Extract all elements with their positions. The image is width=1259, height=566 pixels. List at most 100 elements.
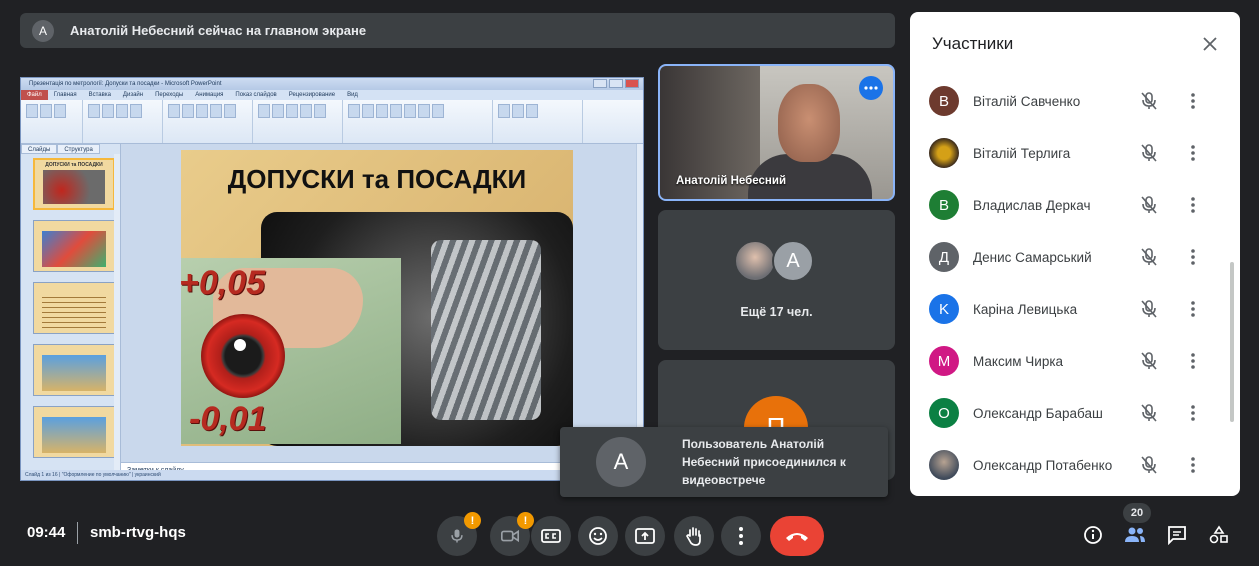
more-vertical-icon (1191, 197, 1195, 213)
mic-icon (451, 529, 463, 543)
ppt-tab: Анимация (195, 92, 224, 98)
participant-row[interactable]: Д Денис Самарський (910, 231, 1240, 283)
tolerance-upper: +0,05 (181, 264, 266, 302)
ppt-tab: Главная (53, 92, 77, 98)
participant-letter-avatar: A (772, 240, 814, 282)
present-screen-button[interactable] (625, 516, 665, 556)
more-vertical-icon (1191, 145, 1195, 161)
people-icon (1125, 527, 1145, 542)
more-vertical-icon (739, 527, 743, 545)
participant-more-button[interactable] (1183, 90, 1203, 112)
ppt-tab: Вставка (88, 92, 111, 98)
mic-off-icon[interactable] (1138, 350, 1160, 372)
ppt-tab: Дизайн (122, 92, 144, 98)
more-vertical-icon (1191, 457, 1195, 473)
participant-photo-avatar (929, 138, 959, 168)
participants-list: В Віталій Савченко Віталій Терлига В Вла… (910, 62, 1240, 496)
presenting-banner-text: Анатолій Небесний сейчас на главном экра… (70, 23, 367, 38)
participant-avatar: K (929, 294, 959, 324)
more-options-button[interactable] (721, 516, 761, 556)
bearing-hand-image: +0,05 -0,01 (181, 258, 401, 444)
participant-name: Віталій Савченко (973, 93, 1081, 109)
mic-off-icon[interactable] (1138, 454, 1160, 476)
captions-button[interactable] (531, 516, 571, 556)
participant-more-button[interactable] (1183, 454, 1203, 476)
participant-photo-avatar (734, 240, 776, 282)
participant-more-button[interactable] (1183, 142, 1203, 164)
participants-panel-title: Участники (932, 34, 1014, 53)
mic-off-icon[interactable] (1138, 246, 1160, 268)
ppt-slide-scrollbar[interactable] (636, 144, 643, 470)
ppt-tab: Показ слайдов (235, 92, 277, 98)
shared-screen[interactable]: Презентація по метрології: Допуски та по… (20, 77, 644, 481)
more-participants-tile[interactable]: A Ещё 17 чел. (658, 210, 895, 350)
camera-warning-badge: ! (517, 512, 534, 529)
leave-call-button[interactable] (770, 516, 824, 556)
participant-name: Каріна Левицька (973, 301, 1078, 317)
presenter-video (778, 84, 840, 162)
close-panel-button[interactable] (1196, 30, 1224, 58)
mic-off-icon[interactable] (1138, 402, 1160, 424)
slide-thumbnail[interactable] (33, 282, 115, 334)
ppt-status-bar: Слайд 1 из 16 | "Оформление по умолчанию… (21, 470, 643, 480)
mic-off-icon[interactable] (1138, 90, 1160, 112)
bottom-control-bar: 09:44 smb-rtvg-hqs ! ! 20 (0, 500, 1259, 566)
ppt-tab: Вид (347, 92, 358, 98)
participant-more-button[interactable] (1183, 350, 1203, 372)
presenter-video-tile[interactable]: Анатолій Небесний (658, 64, 895, 201)
ppt-tab: Рецензирование (288, 92, 336, 98)
tile-more-options-button[interactable] (859, 76, 883, 100)
activities-button[interactable] (1206, 522, 1232, 548)
presenter-avatar: A (32, 19, 54, 42)
participant-more-button[interactable] (1183, 402, 1203, 424)
present-screen-icon (635, 528, 655, 544)
mic-off-icon[interactable] (1138, 298, 1160, 320)
participant-row[interactable]: O Олександр Барабаш (910, 387, 1240, 439)
current-time: 09:44 (27, 524, 66, 541)
slide-thumbnail[interactable] (33, 406, 115, 458)
more-vertical-icon (1191, 249, 1195, 265)
slide-thumbnail[interactable] (33, 344, 115, 396)
hand-icon (686, 527, 701, 546)
closed-captions-icon (541, 529, 561, 543)
ppt-window-title: Презентація по метрології: Допуски та по… (29, 81, 222, 87)
divider (77, 522, 78, 544)
participant-more-button[interactable] (1183, 194, 1203, 216)
participant-more-button[interactable] (1183, 298, 1203, 320)
chat-button[interactable] (1164, 522, 1190, 548)
microphone-button[interactable]: ! (437, 512, 481, 556)
participants-panel: Участники В Віталій Савченко Віталій Тер… (910, 12, 1240, 496)
joined-user-avatar: A (596, 437, 646, 487)
emoji-icon (589, 527, 607, 545)
participant-avatar: Д (929, 242, 959, 272)
participant-count-badge: 20 (1123, 503, 1151, 523)
participant-row[interactable]: Віталій Терлига (910, 127, 1240, 179)
participant-row[interactable]: Олександр Потабенко (910, 439, 1240, 491)
piston-image (431, 240, 541, 420)
participant-row[interactable]: K Каріна Левицька (910, 283, 1240, 335)
participant-row[interactable]: В Владислав Деркач (910, 179, 1240, 231)
raise-hand-button[interactable] (674, 516, 714, 556)
participant-name: Олександр Барабаш (973, 405, 1103, 421)
participant-row[interactable]: M Максим Чирка (910, 335, 1240, 387)
join-notification: A Пользователь Анатолій Небесний присоед… (560, 427, 888, 497)
more-vertical-icon (1191, 93, 1195, 109)
ppt-tab: Переходы (155, 92, 184, 98)
camera-button[interactable]: ! (490, 512, 534, 556)
more-vertical-icon (1191, 353, 1195, 369)
participant-name: Олександр Потабенко (973, 457, 1113, 473)
current-slide: ДОПУСКИ та ПОСАДКИ +0,05 -0,01 (181, 150, 573, 446)
participants-button[interactable] (1122, 522, 1148, 548)
participant-row-partial[interactable] (910, 491, 1240, 496)
participant-more-button[interactable] (1183, 246, 1203, 268)
join-notification-text: Пользователь Анатолій Небесний присоедин… (682, 437, 846, 487)
ppt-slide-panel-scrollbar[interactable] (114, 154, 120, 470)
emoji-reactions-button[interactable] (578, 516, 618, 556)
participant-row[interactable]: В Віталій Савченко (910, 75, 1240, 127)
participants-scrollbar[interactable] (1230, 262, 1234, 422)
mic-off-icon[interactable] (1138, 194, 1160, 216)
mic-off-icon[interactable] (1138, 142, 1160, 164)
slide-thumbnail[interactable] (33, 220, 115, 272)
slide-thumbnail[interactable]: ДОПУСКИ та ПОСАДКИ (33, 158, 115, 210)
meeting-details-button[interactable] (1080, 522, 1106, 548)
